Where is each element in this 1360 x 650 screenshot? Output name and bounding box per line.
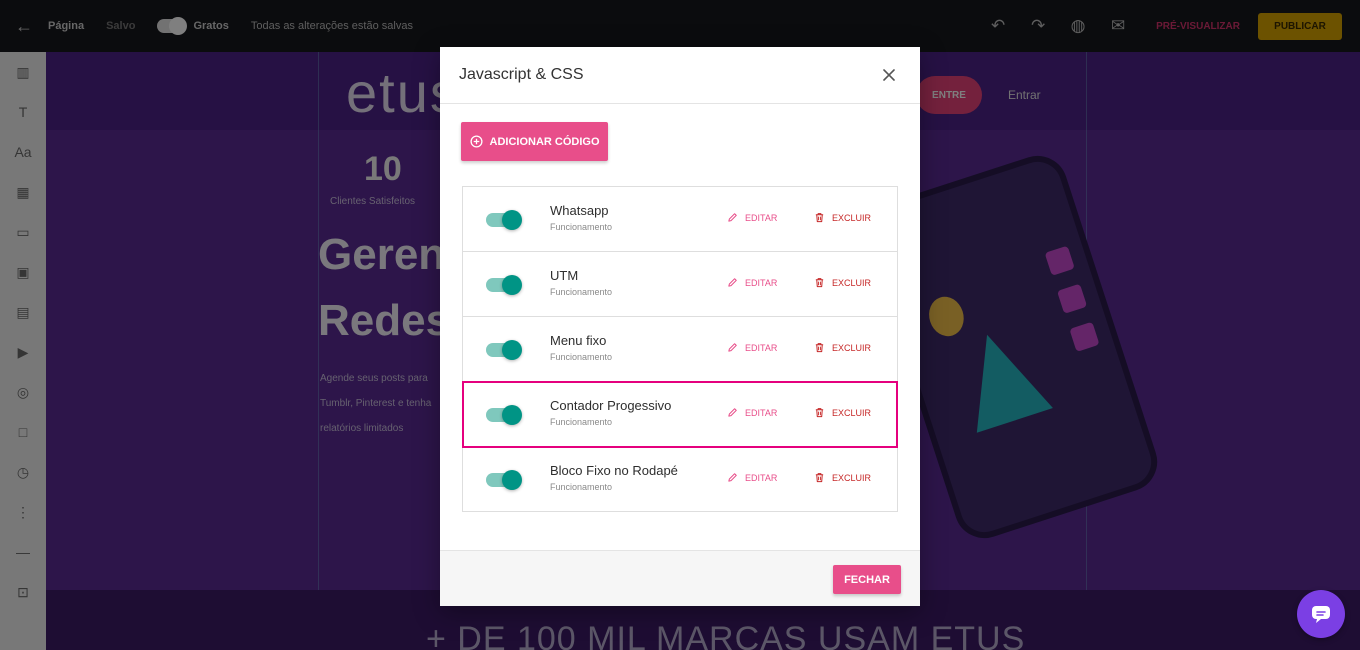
toggle-thumb [502,210,522,230]
delete-label: EXCLUIR [832,212,872,223]
code-row: Contador Progessivo Funcionamento EDITAR EX… [462,381,898,448]
modal-footer: FECHAR [440,550,920,606]
enable-toggle[interactable] [486,274,522,295]
delete-button[interactable]: EXCLUIR [814,277,871,288]
trash-icon [815,343,824,353]
code-list: Whatsapp Funcionamento EDITAR EXCLUIR UTM Fun… [462,186,898,512]
code-status: Funcionamento [550,352,613,362]
code-row: Menu fixo Funcionamento EDITAR EXCLUIR [463,317,897,382]
enable-toggle[interactable] [486,339,522,360]
edit-button[interactable]: EDITAR [727,472,777,483]
code-row: Whatsapp Funcionamento EDITAR EXCLUIR [463,187,897,252]
toggle-thumb [502,275,522,295]
pencil-icon [728,473,737,482]
close-button[interactable]: FECHAR [833,565,901,594]
toggle-thumb [502,470,522,490]
chat-icon [1312,606,1330,623]
edit-button[interactable]: EDITAR [727,277,777,288]
close-icon[interactable] [877,63,901,87]
edit-button[interactable]: EDITAR [727,342,777,353]
modal-title: Javascript & CSS [459,66,584,83]
delete-label: EXCLUIR [832,342,872,353]
plus-circle-icon [469,135,483,148]
trash-icon [815,473,824,483]
add-code-label: ADICIONAR CÓDIGO [489,135,600,148]
code-row: Bloco Fixo no Rodapé Funcionamento EDITAR E… [463,447,897,512]
edit-button[interactable]: EDITAR [727,407,777,418]
code-name: Contador Progessivo [550,398,672,413]
enable-toggle[interactable] [486,469,522,490]
edit-label: EDITAR [745,342,778,353]
code-name: Whatsapp [550,203,609,218]
chat-button[interactable] [1297,590,1345,638]
delete-label: EXCLUIR [832,472,872,483]
delete-label: EXCLUIR [832,407,872,418]
toggle-thumb [502,405,522,425]
delete-button[interactable]: EXCLUIR [814,342,871,353]
add-code-button[interactable]: ADICIONAR CÓDIGO [461,122,608,161]
code-status: Funcionamento [550,482,613,492]
code-name: Bloco Fixo no Rodapé [550,463,678,478]
edit-button[interactable]: EDITAR [727,212,777,223]
code-name: UTM [550,268,579,283]
pencil-icon [728,408,737,417]
code-status: Funcionamento [550,417,613,427]
edit-label: EDITAR [745,407,778,418]
enable-toggle[interactable] [486,209,522,230]
delete-label: EXCLUIR [832,277,872,288]
edit-label: EDITAR [745,472,778,483]
modal-header: Javascript & CSS [440,47,920,104]
code-row: UTM Funcionamento EDITAR EXCLUIR [463,252,897,317]
delete-button[interactable]: EXCLUIR [814,407,871,418]
code-status: Funcionamento [550,222,613,232]
enable-toggle[interactable] [486,404,522,425]
pencil-icon [728,343,737,352]
trash-icon [815,278,824,288]
trash-icon [815,213,824,223]
delete-button[interactable]: EXCLUIR [814,212,871,223]
toggle-thumb [502,340,522,360]
trash-icon [815,408,824,418]
delete-button[interactable]: EXCLUIR [814,472,871,483]
code-name: Menu fixo [550,333,607,348]
pencil-icon [728,278,737,287]
edit-label: EDITAR [745,277,778,288]
code-status: Funcionamento [550,287,613,297]
javascript-css-modal: Javascript & CSS ADICIONAR CÓDIGO Whatsa… [440,47,920,606]
pencil-icon [728,213,737,222]
edit-label: EDITAR [745,212,778,223]
